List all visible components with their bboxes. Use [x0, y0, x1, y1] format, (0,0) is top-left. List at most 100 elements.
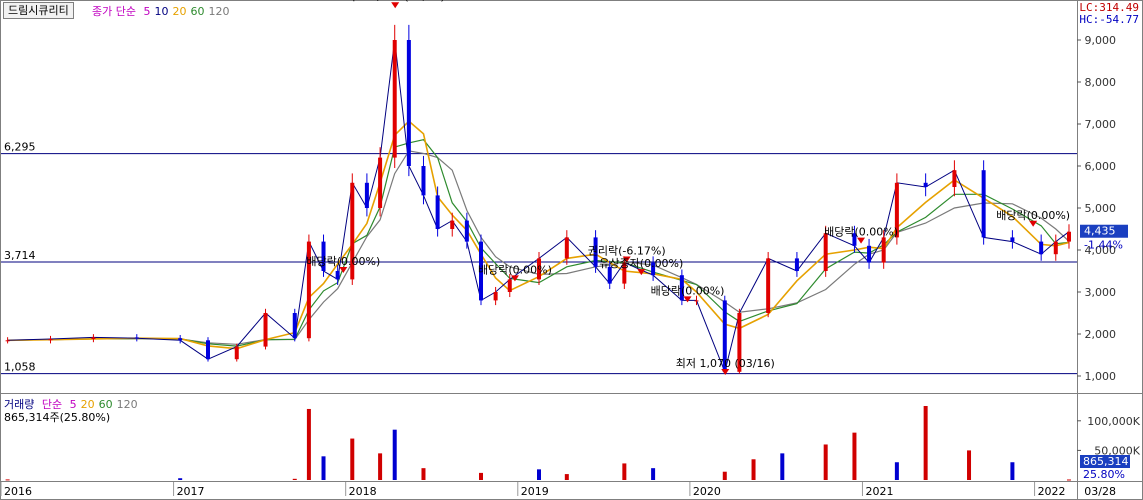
candle-body [378, 157, 383, 208]
chart-annotation: 배당락(0.00%) [824, 226, 898, 239]
annotation-marker [721, 369, 730, 376]
volume-bar [306, 408, 311, 480]
time-tick-label: 2021 [865, 485, 893, 498]
stock-name-chip[interactable]: 드림시큐리티 [3, 2, 74, 19]
ma-20-line [7, 120, 1070, 350]
hc-readout: HC:-54.77 [1079, 13, 1139, 26]
candle-body [178, 338, 183, 341]
candle-body [1010, 237, 1015, 242]
stock-chart: 1,000 2,000 3,000 4,000 5,000 6,000 7,000 8,000… [0, 0, 1143, 500]
chart-annotation: 유상증자(0.00%) [599, 257, 683, 270]
candle-body [1039, 241, 1044, 255]
candle-body [450, 220, 455, 229]
volume-bar [378, 453, 383, 480]
candle-body [48, 339, 53, 341]
price-tick-label: 3,000 [1085, 286, 1117, 299]
candle-body [867, 245, 872, 263]
current-volume-label: 865,314 [1083, 455, 1129, 468]
candle-body [364, 182, 369, 208]
volume-bar [537, 469, 541, 480]
volume-bar [967, 450, 972, 480]
time-tick-label: 2018 [349, 485, 377, 498]
candle-body [1066, 231, 1071, 242]
volume-bar [1066, 479, 1071, 481]
chart-annotation: 배당락(0.00%) [996, 209, 1070, 222]
candle-body [493, 292, 498, 301]
candle-body [263, 313, 268, 347]
time-tick-label: 2020 [693, 485, 721, 498]
ma-60-line [7, 139, 1070, 347]
volume-bar [852, 432, 857, 480]
candle-body [292, 313, 297, 339]
outer-frame [0, 0, 1143, 500]
candle-body [694, 300, 699, 302]
candle-body [952, 170, 957, 187]
candle-body [881, 237, 886, 263]
price-tick-label: 9,000 [1085, 34, 1117, 47]
candle-body [766, 258, 771, 313]
price-ma-5-label: 5 [143, 5, 151, 18]
volume-bar [421, 468, 426, 480]
volume-bar [823, 444, 828, 480]
candle-body [91, 337, 96, 340]
current-date-label: 03/28 [1084, 485, 1116, 498]
volume-bar [751, 459, 756, 480]
volume-bar [651, 468, 656, 480]
candle-body [205, 340, 210, 360]
volume-bar [178, 478, 183, 480]
price-ma-10-label: 10 [154, 5, 169, 18]
reference-line-label: 1,058 [4, 361, 36, 374]
annotation-marker [391, 2, 400, 9]
chart-annotation: 권리락(-6.17%) [588, 245, 666, 258]
current-volume-pct: 25.80% [1083, 468, 1125, 481]
candle-body [823, 233, 828, 271]
candle-body [923, 182, 928, 187]
chart-canvas: 1,0002,0003,0004,0005,0006,0007,0008,000… [0, 0, 1143, 500]
candle-body [794, 258, 799, 271]
price-ma-20-label: 20 [172, 5, 187, 18]
price-tick-label: 1,000 [1085, 370, 1117, 383]
candle-body [234, 346, 239, 360]
candle-body [981, 170, 986, 238]
candle-body [134, 337, 139, 339]
price-ma-60-label: 60 [190, 5, 205, 18]
time-tick-label: 2017 [177, 485, 205, 498]
candle-body [435, 195, 440, 229]
volume-bar [564, 474, 569, 480]
chart-annotation: 배당락(0.00%) [306, 255, 380, 268]
volume-tick-label: 100,000K [1087, 415, 1140, 428]
volume-bar [722, 471, 727, 480]
price-tick-label: 2,000 [1085, 328, 1117, 341]
annotation-marker [1029, 220, 1038, 227]
volume-bar [923, 406, 928, 480]
volume-bar [479, 472, 484, 480]
candle-body [392, 40, 397, 158]
price-tick-label: 5,000 [1085, 202, 1117, 215]
current-price-change: -1.44% [1084, 239, 1123, 252]
chart-annotation: 배당락(0.00%) [478, 263, 552, 276]
candle-body [335, 271, 340, 280]
chart-annotation: 배당락(0.00%) [651, 284, 725, 297]
price-ma-120-label: 120 [208, 5, 230, 18]
volume-bar [5, 479, 10, 481]
annotation-marker [339, 267, 348, 273]
candle-body [421, 166, 426, 196]
time-tick-label: 2016 [4, 485, 32, 498]
volume-bar [350, 438, 355, 480]
annotation-marker [683, 296, 692, 303]
candle-body [5, 340, 10, 342]
price-ma-legend: 종가 단순 5 10 20 60 120 [92, 3, 233, 19]
volume-bar [292, 478, 297, 480]
candle-body [507, 279, 512, 292]
ma-120-line [7, 150, 1070, 345]
reference-line-label: 3,714 [4, 249, 36, 262]
volume-ma-120-label: 120 [116, 398, 138, 411]
reference-line-label: 6,295 [4, 141, 36, 154]
volume-bar [1010, 462, 1015, 480]
candle-body [1053, 241, 1058, 255]
candle-body [564, 237, 569, 259]
current-price-label: 4,435 [1084, 225, 1116, 238]
annotation-marker [857, 237, 866, 244]
volume-bar [780, 453, 785, 480]
price-tick-label: 6,000 [1085, 160, 1117, 173]
